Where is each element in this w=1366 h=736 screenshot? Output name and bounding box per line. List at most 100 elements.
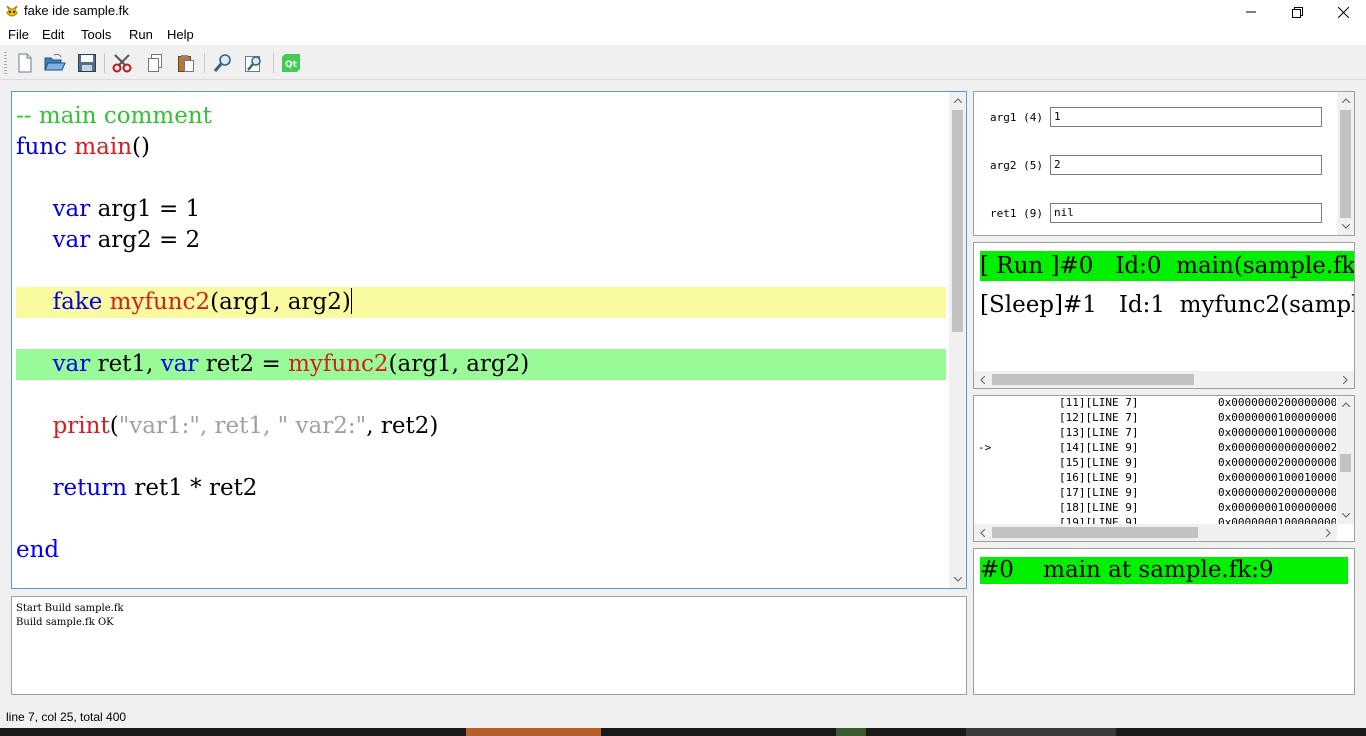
code-line[interactable]: var arg2 = 2 — [16, 225, 946, 256]
title-bar: fake ide sample.fk — [0, 0, 1366, 24]
open-folder-icon[interactable] — [43, 51, 67, 75]
current-instruction-marker: -> — [978, 441, 992, 454]
status-bar: line 7, col 25, total 400 — [0, 706, 1366, 728]
code-line[interactable] — [16, 256, 946, 287]
code-line[interactable]: return ret1 * ret2 — [16, 473, 946, 504]
bytecode-row[interactable]: [16][LINE 9] 0x0000000100010000 — [974, 470, 1336, 485]
bytecode-scroll-thumb[interactable] — [1340, 454, 1351, 472]
bytecode-row[interactable]: [11][LINE 7] 0x0000000200000000 — [974, 396, 1336, 410]
code-editor[interactable]: -- main comment func main() var arg1 = 1 … — [11, 91, 967, 589]
routine-item-running[interactable]: [ Run ]#0 Id:0 main(sample.fk:9) — [980, 251, 1354, 281]
code-line[interactable] — [16, 442, 946, 473]
code-line[interactable] — [16, 318, 946, 349]
scroll-left-arrow-icon[interactable] — [974, 524, 991, 541]
taskbar-item[interactable] — [466, 728, 601, 736]
routines-horizontal-scrollbar[interactable] — [974, 371, 1354, 388]
function-token: print — [52, 413, 110, 439]
minimize-button[interactable] — [1228, 0, 1274, 24]
variables-vertical-scrollbar[interactable] — [1337, 92, 1354, 235]
find-icon[interactable] — [211, 51, 235, 75]
keyword-token: end — [16, 537, 60, 563]
code-line[interactable]: -- main comment — [16, 101, 946, 132]
qt-icon[interactable]: Qt — [279, 51, 303, 75]
menu-file[interactable]: File — [8, 27, 29, 42]
scroll-right-arrow-icon[interactable] — [1320, 524, 1337, 541]
bytecode-row[interactable]: -> [14][LINE 9] 0x0000000000000002 — [974, 440, 1336, 455]
variable-value-input[interactable]: 2 — [1050, 155, 1322, 175]
toolbar-separator — [204, 53, 205, 73]
scroll-down-arrow-icon[interactable] — [1337, 507, 1354, 524]
code-token: arg2 = 2 — [90, 227, 201, 253]
bytecode-vertical-scrollbar[interactable] — [1337, 396, 1354, 524]
variable-value-input[interactable]: 1 — [1050, 107, 1322, 127]
bytecode-label: [17][LINE 9] — [1059, 486, 1139, 499]
routine-item-sleeping[interactable]: [Sleep]#1 Id:1 myfunc2(sample.fk:7) — [980, 290, 1354, 320]
routines-scroll-thumb[interactable] — [992, 374, 1194, 385]
restore-button[interactable] — [1274, 0, 1320, 24]
toolbar-grip[interactable] — [4, 52, 7, 74]
bytecode-row[interactable]: [13][LINE 7] 0x0000000100000000 — [974, 425, 1336, 440]
output-line: Build sample.fk OK — [16, 617, 114, 628]
code-line[interactable]: func main() — [16, 132, 946, 163]
scroll-up-arrow-icon[interactable] — [949, 92, 966, 109]
bytecode-scroll-thumb-horizontal[interactable] — [992, 527, 1198, 538]
code-line[interactable]: end — [16, 535, 946, 566]
function-token: myfunc2 — [109, 289, 211, 315]
menu-tools[interactable]: Tools — [81, 27, 111, 42]
code-line[interactable] — [16, 380, 946, 411]
copy-icon[interactable] — [143, 51, 167, 75]
code-line[interactable]: var arg1 = 1 — [16, 194, 946, 225]
toolbar-separator — [273, 53, 274, 73]
bytecode-horizontal-scrollbar[interactable] — [974, 524, 1337, 541]
editor-scroll-thumb[interactable] — [952, 110, 963, 332]
ide-window: fake ide sample.fk File Edit Tools Run H… — [0, 0, 1366, 736]
bytecode-row[interactable]: [15][LINE 9] 0x0000000200000000 — [974, 455, 1336, 470]
scroll-up-arrow-icon[interactable] — [1337, 396, 1354, 413]
bytecode-label: [14][LINE 9] — [1059, 441, 1139, 454]
taskbar-item[interactable] — [966, 728, 1116, 736]
code-token: () — [132, 134, 150, 160]
variables-scroll-thumb[interactable] — [1340, 110, 1351, 218]
code-token: ret1, — [90, 351, 161, 377]
bytecode-row[interactable]: [18][LINE 9] 0x0000000100000000 — [974, 500, 1336, 515]
new-file-icon[interactable] — [13, 51, 37, 75]
taskbar — [0, 728, 1366, 736]
variable-label: arg2 (5) — [990, 159, 1043, 172]
paste-icon[interactable] — [174, 51, 198, 75]
current-execution-line[interactable]: var ret1, var ret2 = myfunc2(arg1, arg2) — [16, 349, 946, 380]
variable-value-input[interactable]: nil — [1050, 203, 1322, 223]
toolbar: Qt — [0, 46, 1366, 80]
code-line[interactable]: print("var1:", ret1, " var2:", ret2) — [16, 411, 946, 442]
callstack-frame[interactable]: #0 main at sample.fk:9 — [980, 557, 1348, 584]
callstack-panel: #0 main at sample.fk:9 — [973, 548, 1355, 695]
keyword-token: var — [52, 351, 91, 377]
scroll-down-arrow-icon[interactable] — [1337, 218, 1354, 235]
code-line[interactable] — [16, 504, 946, 535]
build-output[interactable]: Start Build sample.fk Build sample.fk OK — [11, 596, 967, 695]
bytecode-row[interactable]: [17][LINE 9] 0x0000000200000000 — [974, 485, 1336, 500]
scroll-up-arrow-icon[interactable] — [1337, 92, 1354, 109]
bytecode-value: 0x0000000200000000 — [1218, 486, 1336, 499]
cursor-line[interactable]: fake myfunc2(arg1, arg2) — [16, 287, 946, 318]
save-icon[interactable] — [75, 51, 99, 75]
replace-icon[interactable] — [242, 51, 266, 75]
menu-run[interactable]: Run — [129, 27, 153, 42]
scroll-left-arrow-icon[interactable] — [974, 371, 991, 388]
function-token: myfunc2 — [288, 351, 389, 377]
scroll-right-arrow-icon[interactable] — [1337, 371, 1354, 388]
bytecode-label: [11][LINE 7] — [1059, 396, 1139, 409]
close-button[interactable] — [1320, 0, 1366, 24]
editor-vertical-scrollbar[interactable] — [949, 92, 966, 588]
menu-help[interactable]: Help — [167, 27, 194, 42]
bytecode-label: [16][LINE 9] — [1059, 471, 1139, 484]
scroll-down-arrow-icon[interactable] — [949, 571, 966, 588]
taskbar-item[interactable] — [836, 728, 866, 736]
svg-text:Qt: Qt — [285, 60, 298, 70]
bytecode-row[interactable]: [12][LINE 7] 0x0000000100000000 — [974, 410, 1336, 425]
menu-edit[interactable]: Edit — [42, 27, 64, 42]
code-line[interactable] — [16, 163, 946, 194]
text-caret — [350, 288, 352, 314]
cut-icon[interactable] — [111, 51, 135, 75]
